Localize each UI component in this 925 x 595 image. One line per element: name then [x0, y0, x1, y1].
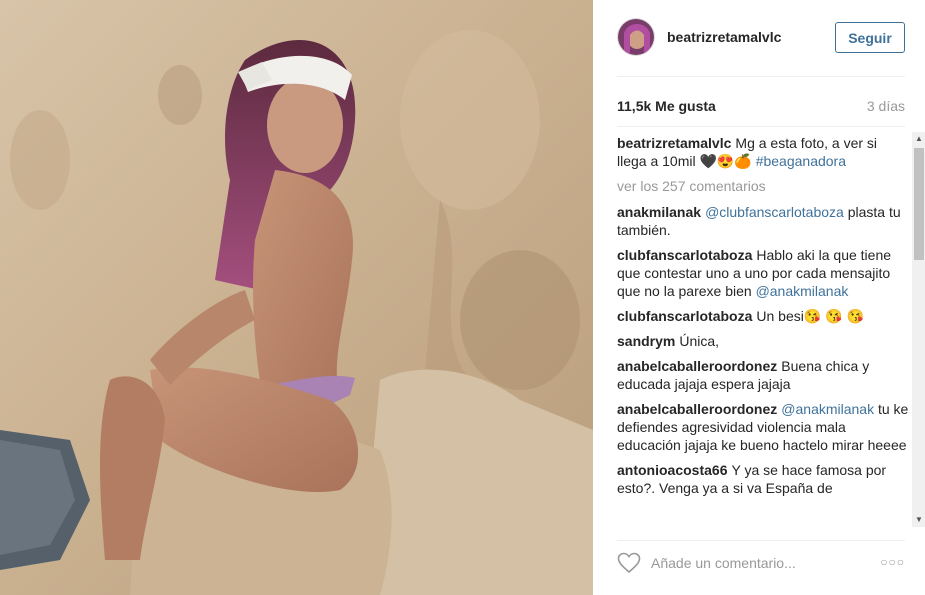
comment-text: Única, [679, 333, 720, 349]
heart-outline-icon[interactable] [617, 552, 641, 574]
mention-link[interactable]: @anakmilanak [781, 401, 874, 417]
hashtag-link[interactable]: #beaganadora [756, 153, 846, 169]
mention-link[interactable]: @anakmilanak [756, 283, 849, 299]
comment-text: Un besi😘 😘 😘 [756, 308, 864, 324]
add-comment-row: ○○○ [617, 550, 905, 576]
comment-username[interactable]: clubfanscarlotaboza [617, 247, 752, 263]
comments-list: beatrizretamalvlc Mg a esta foto, a ver s… [617, 134, 909, 530]
instagram-post-modal: beatrizretamalvlc Seguir 11,5k Me gusta … [0, 0, 925, 595]
comment-username[interactable]: beatrizretamalvlc [617, 135, 731, 151]
comments-divider [617, 540, 905, 541]
comment-username[interactable]: anabelcaballeroordonez [617, 401, 777, 417]
comment: antonioacosta66 Y ya se hace famosa por e… [617, 461, 909, 497]
follow-button[interactable]: Seguir [835, 22, 905, 53]
avatar-image [618, 19, 654, 55]
comment: sandrym Única, [617, 332, 909, 350]
scrollbar-thumb[interactable] [914, 148, 924, 260]
comment-username[interactable]: anakmilanak [617, 204, 701, 220]
post-photo-illustration [0, 0, 593, 595]
comment: anakmilanak @clubfanscarlotaboza plasta t… [617, 203, 909, 239]
comment-username[interactable]: sandrym [617, 333, 675, 349]
view-all-comments-link[interactable]: ver los 257 comentarios [617, 177, 909, 195]
comment-username[interactable]: clubfanscarlotaboza [617, 308, 752, 324]
mention-link[interactable]: @clubfanscarlotaboza [705, 204, 844, 220]
comment-username[interactable]: anabelcaballeroordonez [617, 358, 777, 374]
likes-divider [617, 126, 905, 127]
comment: anabelcaballeroordonez Buena chica y educ… [617, 357, 909, 393]
comment: anabelcaballeroordonez @anakmilanak tu ke… [617, 400, 909, 454]
scroll-down-arrow-icon[interactable]: ▼ [912, 513, 925, 527]
author-avatar[interactable] [617, 18, 655, 56]
post-side-panel: beatrizretamalvlc Seguir 11,5k Me gusta … [593, 0, 925, 595]
caption: beatrizretamalvlc Mg a esta foto, a ver s… [617, 134, 909, 170]
comment-username[interactable]: antonioacosta66 [617, 462, 727, 478]
comment: clubfanscarlotaboza Un besi😘 😘 😘 [617, 307, 909, 325]
likes-row: 11,5k Me gusta 3 días [617, 96, 905, 116]
post-header: beatrizretamalvlc Seguir [617, 17, 905, 59]
comments-scrollbar[interactable]: ▲ ▼ [912, 132, 925, 527]
post-age[interactable]: 3 días [867, 98, 905, 114]
comment: clubfanscarlotaboza Hablo aki la que tien… [617, 246, 909, 300]
author-username[interactable]: beatrizretamalvlc [667, 29, 781, 45]
post-photo[interactable] [0, 0, 593, 595]
add-comment-input[interactable] [651, 552, 871, 574]
scroll-up-arrow-icon[interactable]: ▲ [912, 132, 925, 146]
likes-count[interactable]: 11,5k Me gusta [617, 98, 716, 114]
header-divider [617, 76, 905, 77]
more-options-icon[interactable]: ○○○ [879, 554, 905, 570]
